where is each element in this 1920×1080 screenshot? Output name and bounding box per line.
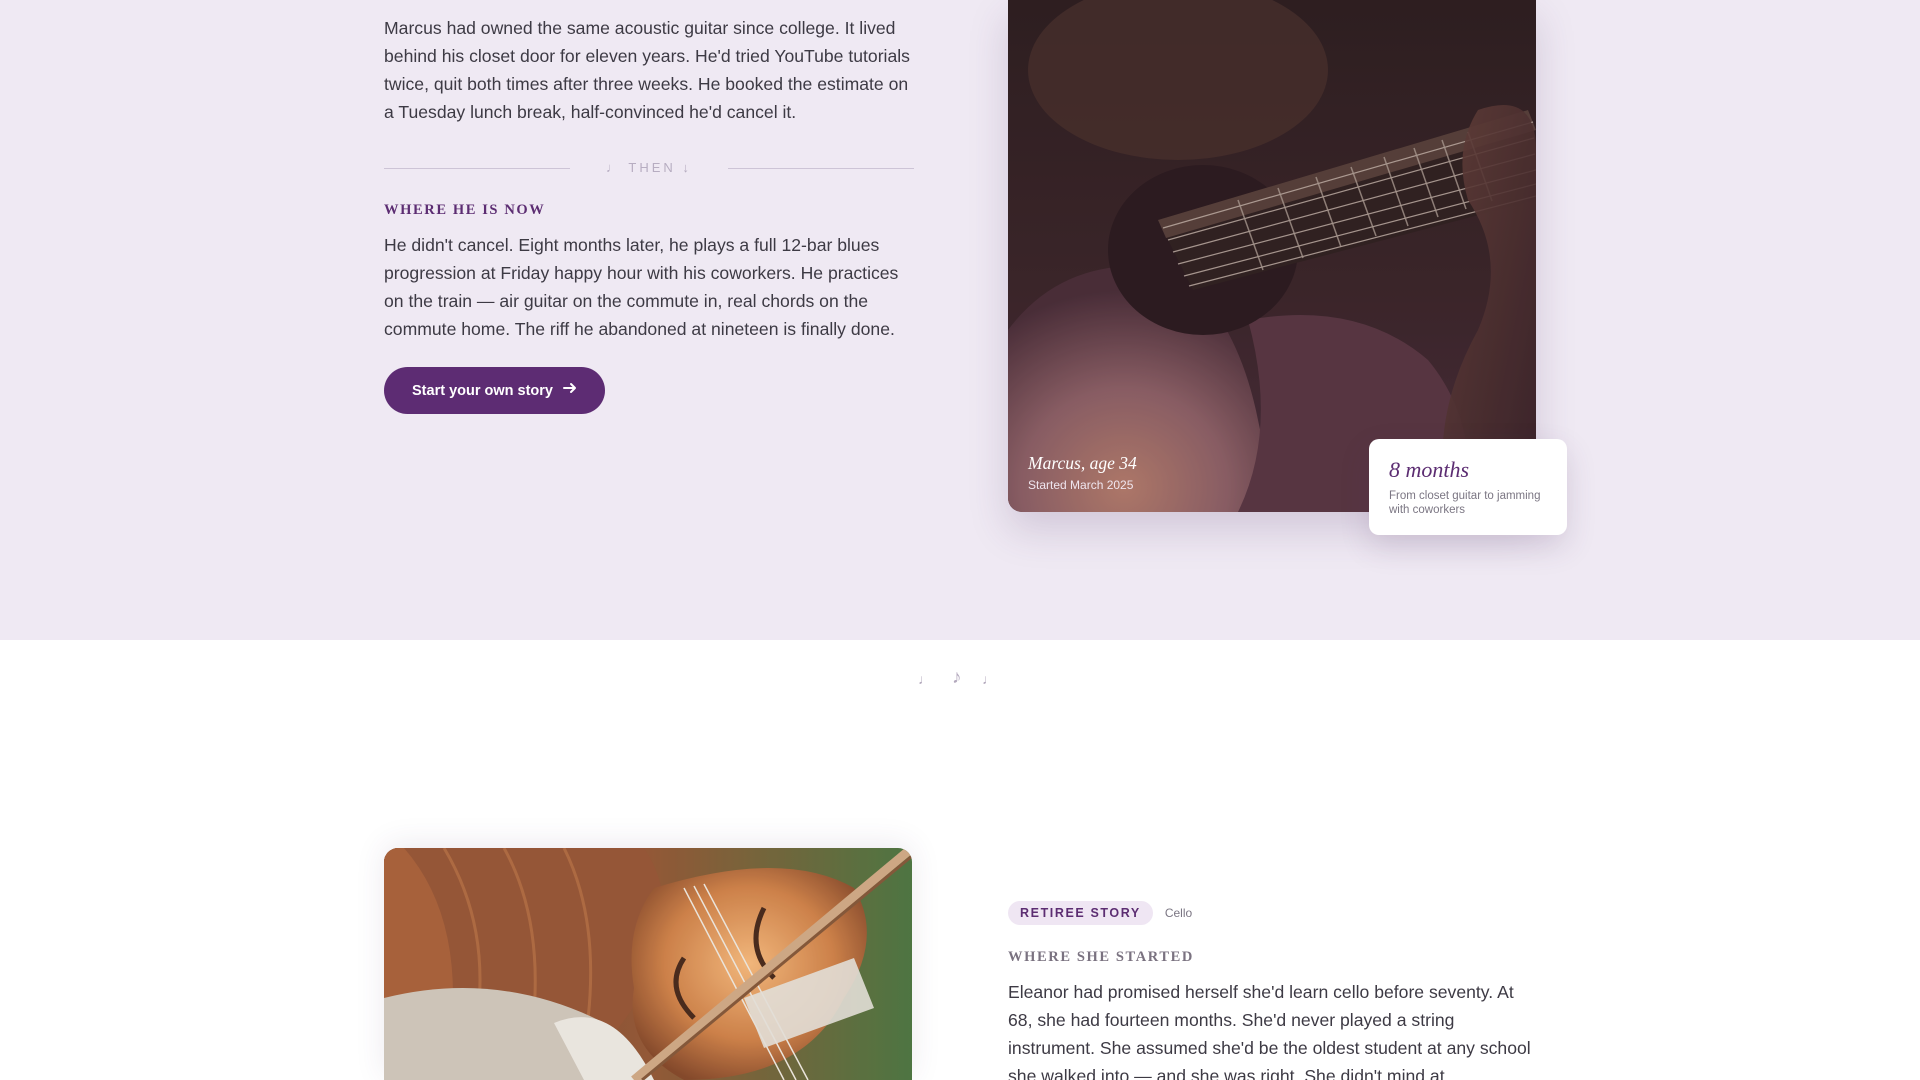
- cello-photo-card: [384, 848, 912, 1080]
- photo-start-date: Started March 2025: [1028, 478, 1134, 492]
- photo-person-name: Marcus, age 34: [1028, 453, 1137, 473]
- stat-description: From closet guitar to jamming with cowor…: [1389, 490, 1541, 516]
- story-before-text: Marcus had owned the same acoustic guita…: [384, 18, 910, 122]
- story-tag-row: RETIREE STORY Cello: [1008, 901, 1538, 925]
- now-heading: WHERE HE IS NOW: [384, 202, 546, 218]
- start-story-button[interactable]: Start your own story: [384, 367, 605, 414]
- story-text-column: Marcus had owned the same acoustic guita…: [384, 14, 914, 414]
- started-heading: WHERE SHE STARTED: [1008, 949, 1194, 965]
- start-story-label: Start your own story: [412, 382, 553, 399]
- story-marcus-section: Marcus had owned the same acoustic guita…: [0, 0, 1920, 640]
- then-divider: ♩ THEN ↓: [384, 156, 914, 180]
- story-eleanor-text: RETIREE STORY Cello WHERE SHE STARTED El…: [1008, 901, 1538, 1080]
- story-instrument-label: Cello: [1164, 906, 1193, 920]
- progress-stat-card: 8 months From closet guitar to jamming w…: [1369, 439, 1567, 535]
- story-category-badge: RETIREE STORY: [1008, 901, 1153, 925]
- story-now-text: He didn't cancel. Eight months later, he…: [384, 235, 899, 339]
- arrow-right-icon: [563, 381, 577, 400]
- quarter-note-icon: ♩: [982, 671, 996, 687]
- cello-photo: [384, 848, 912, 1080]
- quarter-note-icon: ♩: [918, 671, 932, 687]
- guitar-photo-card: Marcus, age 34 Started March 2025: [1008, 0, 1536, 512]
- story-started-text: Eleanor had promised herself she'd learn…: [1008, 982, 1531, 1080]
- stat-duration: 8 months: [1389, 457, 1470, 482]
- eighth-note-icon: ♪: [952, 667, 962, 688]
- guitar-photo: [1008, 0, 1536, 512]
- photo-caption: Marcus, age 34 Started March 2025: [1028, 453, 1137, 492]
- music-notes-separator: ♩ ♪ ♩: [910, 665, 1010, 695]
- divider-line-right: [728, 168, 914, 169]
